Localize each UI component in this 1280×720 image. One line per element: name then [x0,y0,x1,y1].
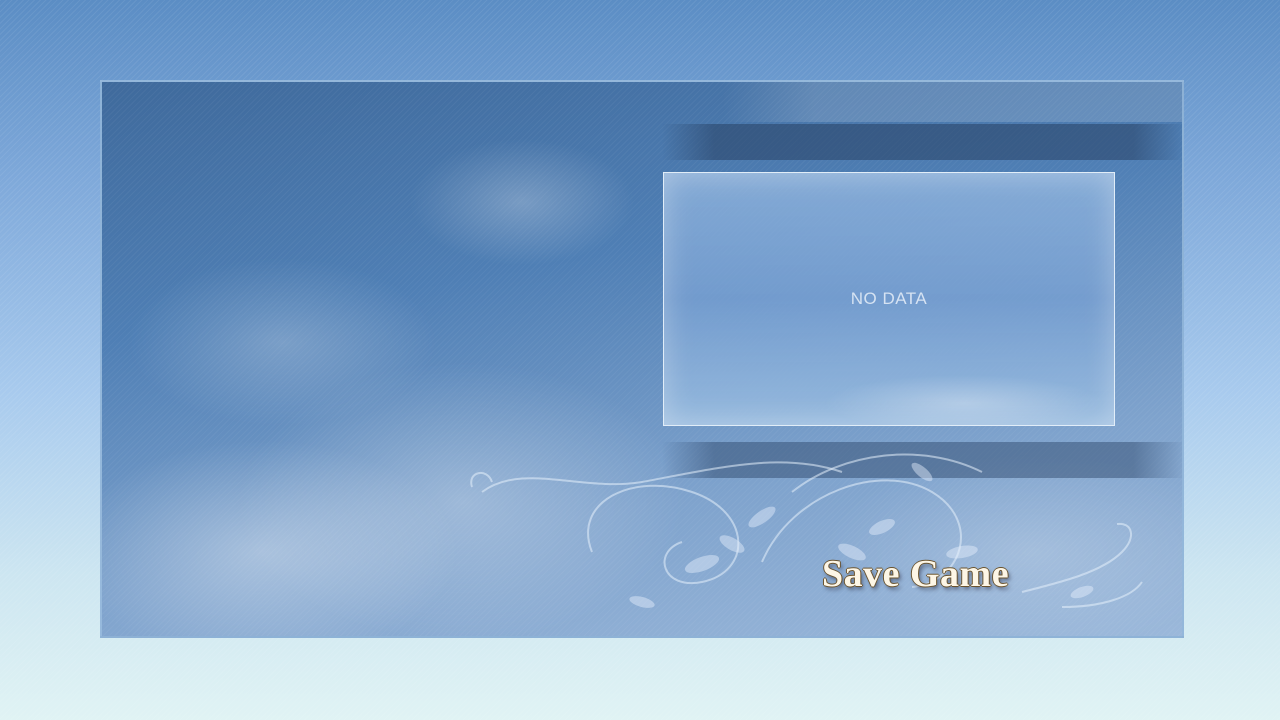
save-slot[interactable]: NO DATA [663,172,1115,426]
screen-title: Save Game [822,553,1010,595]
slot-top-band [662,124,1182,160]
save-menu-panel: NO DATA Save Game [100,80,1184,638]
save-slot-label: NO DATA [850,289,928,308]
top-highlight [722,82,1182,122]
floral-swirl-icon [470,453,1143,608]
